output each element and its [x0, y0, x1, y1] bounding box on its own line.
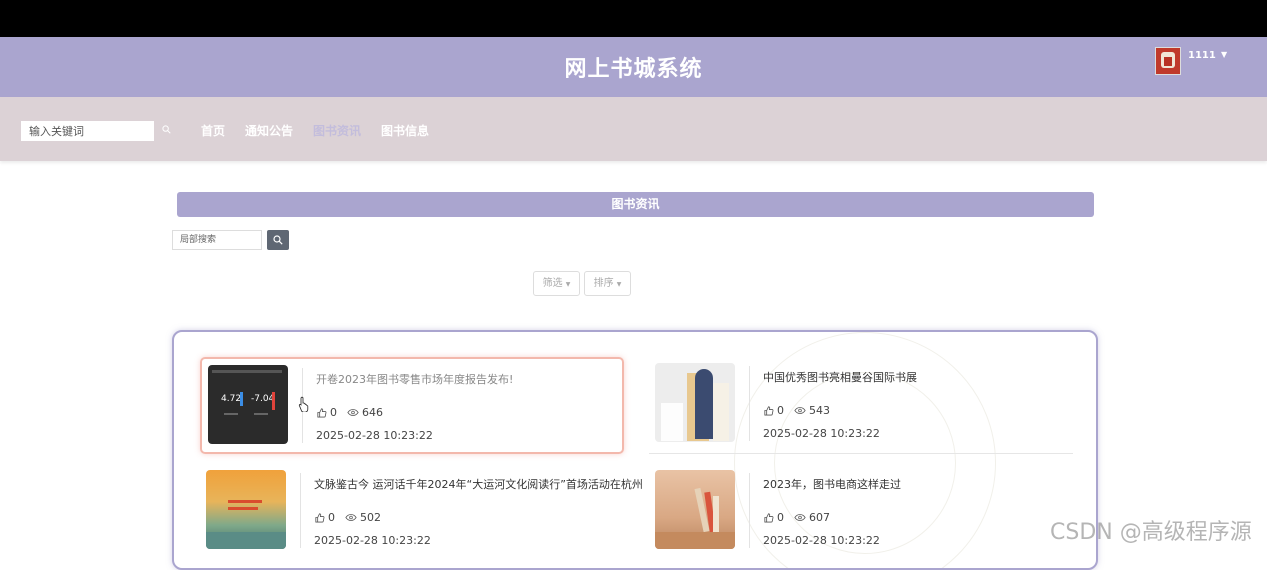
nav-item-home[interactable]: 首页 — [201, 122, 225, 139]
filter-dropdown[interactable]: 筛选 ▼ — [533, 271, 580, 296]
keyword-search-input[interactable] — [21, 121, 154, 141]
view-count: 607 — [809, 511, 830, 524]
thumbnail-shape — [695, 369, 713, 439]
thumbnail-book — [713, 496, 719, 532]
divider — [749, 366, 750, 441]
thumbnail-value-down: -7.04 — [251, 394, 275, 404]
news-thumbnail[interactable] — [655, 470, 735, 549]
like-count: 0 — [330, 406, 337, 419]
down-arrow-icon — [272, 392, 275, 410]
nav-item-book-news[interactable]: 图书资讯 — [313, 122, 361, 139]
filter-label: 筛选 — [542, 278, 563, 289]
thumbnail-text-line — [228, 500, 262, 503]
eye-icon — [347, 409, 359, 416]
thumbnail-shape — [661, 403, 683, 441]
news-stats: 0 502 — [314, 511, 381, 524]
news-title[interactable]: 中国优秀图书亮相曼谷国际书展 — [763, 369, 917, 385]
chevron-down-icon[interactable]: ▼ — [1221, 50, 1227, 59]
view-count: 646 — [362, 406, 383, 419]
news-card[interactable]: 4.72 -7.04 开卷2023年图书零售市场年度报告发布! 0 646 20… — [200, 357, 624, 454]
news-card[interactable]: 文脉鉴古今 运河话千年2024年“大运河文化阅读行”首场活动在杭州 0 502 … — [200, 464, 643, 561]
news-title[interactable]: 文脉鉴古今 运河话千年2024年“大运河文化阅读行”首场活动在杭州 — [314, 476, 643, 492]
local-search-button[interactable] — [267, 230, 289, 250]
caret-down-icon: ▼ — [616, 281, 622, 288]
news-time: 2025-02-28 10:23:22 — [314, 534, 431, 547]
sort-dropdown[interactable]: 排序 ▼ — [584, 271, 631, 296]
news-stats: 0 607 — [763, 511, 830, 524]
news-card[interactable]: 中国优秀图书亮相曼谷国际书展 0 543 2025-02-28 10:23:22 — [649, 357, 1073, 454]
view-count: 543 — [809, 404, 830, 417]
eye-icon — [345, 514, 357, 521]
thumbnail-landscape — [206, 532, 286, 549]
username[interactable]: 1111 — [1188, 50, 1216, 61]
site-title: 网上书城系统 — [564, 57, 703, 82]
news-thumbnail[interactable] — [206, 470, 286, 549]
nav-bar: 首页 通知公告 图书资讯 图书信息 — [0, 97, 1267, 161]
news-thumbnail[interactable] — [655, 363, 735, 442]
thumbnail-text-line — [228, 507, 258, 510]
nav-item-book-info[interactable]: 图书信息 — [381, 122, 429, 139]
thumbnail-caption — [254, 413, 268, 415]
news-time: 2025-02-28 10:23:22 — [763, 427, 880, 440]
thumbnail-caption — [224, 413, 238, 415]
search-icon — [273, 235, 283, 245]
avatar[interactable] — [1155, 47, 1181, 75]
caret-down-icon: ▼ — [565, 281, 571, 288]
news-list-panel: 4.72 -7.04 开卷2023年图书零售市场年度报告发布! 0 646 20… — [172, 330, 1098, 570]
site-header: 网上书城系统 1111 ▼ — [0, 37, 1267, 97]
top-black-bar — [0, 0, 1267, 37]
section-title: 图书资讯 — [177, 192, 1094, 217]
news-title[interactable]: 2023年，图书电商这样走过 — [763, 476, 901, 492]
thumb-up-icon — [764, 406, 774, 416]
thumbnail-shape — [713, 383, 729, 441]
nav-item-notice[interactable]: 通知公告 — [245, 122, 293, 139]
watermark: CSDN @高级程序源 — [1050, 520, 1252, 545]
thumbnail-header-bar — [212, 370, 282, 373]
eye-icon — [794, 407, 806, 414]
news-thumbnail[interactable]: 4.72 -7.04 — [208, 365, 288, 444]
sort-label: 排序 — [593, 278, 614, 289]
thumb-up-icon — [315, 513, 325, 523]
hand-cursor-icon — [298, 396, 309, 412]
like-count: 0 — [328, 511, 335, 524]
thumb-up-icon — [764, 513, 774, 523]
thumbnail-value-up: 4.72 — [221, 394, 242, 404]
up-arrow-icon — [240, 392, 243, 406]
like-count: 0 — [777, 511, 784, 524]
news-time: 2025-02-28 10:23:22 — [763, 534, 880, 547]
news-title[interactable]: 开卷2023年图书零售市场年度报告发布! — [316, 371, 513, 387]
divider — [749, 473, 750, 548]
local-search-input[interactable] — [172, 230, 262, 250]
divider — [300, 473, 301, 548]
news-stats: 0 543 — [763, 404, 830, 417]
like-count: 0 — [777, 404, 784, 417]
eye-icon — [794, 514, 806, 521]
thumbnail-table — [655, 532, 735, 549]
thumb-up-icon — [317, 408, 327, 418]
view-count: 502 — [360, 511, 381, 524]
news-stats: 0 646 — [316, 406, 383, 419]
search-icon[interactable] — [162, 125, 171, 134]
news-card[interactable]: 2023年，图书电商这样走过 0 607 2025-02-28 10:23:22 — [649, 464, 1073, 561]
news-time: 2025-02-28 10:23:22 — [316, 429, 433, 442]
